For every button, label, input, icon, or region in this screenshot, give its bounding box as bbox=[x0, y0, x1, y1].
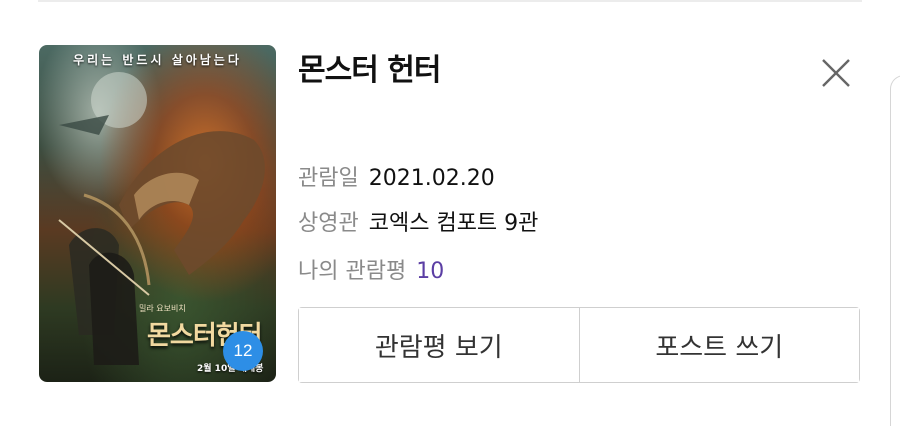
viewing-date-label: 관람일 bbox=[298, 166, 359, 191]
age-rating-badge: 12 bbox=[223, 331, 263, 371]
movie-title: 몬스터 헌터 bbox=[298, 53, 441, 88]
viewing-date-row: 관람일 2021.02.20 bbox=[298, 160, 495, 192]
close-button[interactable] bbox=[814, 51, 858, 95]
theater-label: 상영관 bbox=[298, 211, 359, 236]
theater-row: 상영관 코엑스 컴포트 9관 bbox=[298, 205, 538, 237]
view-review-button[interactable]: 관람평 보기 bbox=[299, 308, 579, 382]
theater-value: 코엑스 컴포트 9관 bbox=[368, 211, 539, 236]
top-divider bbox=[38, 0, 862, 2]
viewing-date-value: 2021.02.20 bbox=[368, 166, 495, 191]
close-icon bbox=[822, 59, 850, 87]
side-panel-edge bbox=[890, 75, 900, 426]
poster-credit: 밀라 요보비치 bbox=[139, 304, 186, 313]
action-buttons: 관람평 보기 포스트 쓰기 bbox=[298, 307, 860, 383]
my-review-row: 나의 관람평 10 bbox=[298, 253, 444, 285]
write-post-button[interactable]: 포스트 쓰기 bbox=[578, 308, 859, 382]
poster-tagline: 우리는 반드시 살아남는다 bbox=[73, 53, 242, 67]
my-review-score: 10 bbox=[416, 259, 445, 284]
my-review-label: 나의 관람평 bbox=[298, 259, 407, 284]
